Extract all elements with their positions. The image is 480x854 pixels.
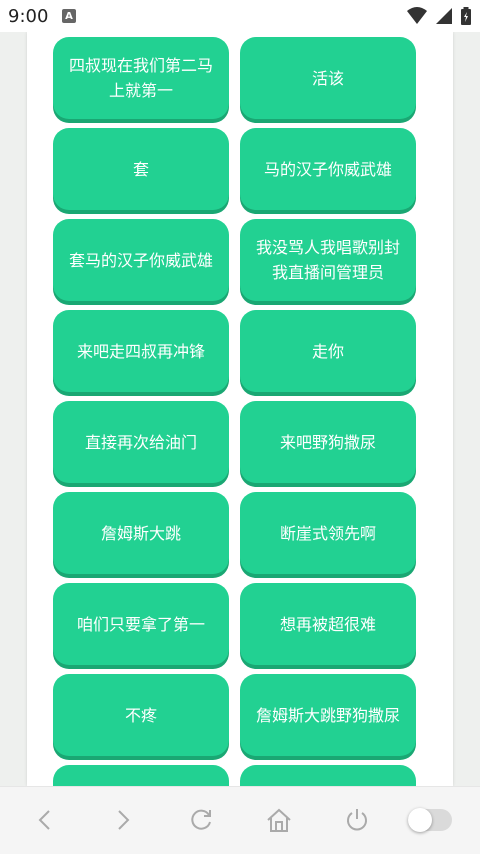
app-notification-icon: A — [62, 9, 76, 23]
sound-button[interactable]: 想再被超很难 — [240, 583, 416, 665]
sound-button[interactable]: 断崖式领先啊 — [240, 492, 416, 574]
back-icon — [38, 810, 50, 830]
home-button[interactable] — [262, 803, 296, 837]
back-button[interactable] — [28, 803, 62, 837]
sound-button[interactable]: 马的汉子你威武雄 — [240, 128, 416, 210]
sound-button[interactable]: 来吧野狗撒尿 — [240, 401, 416, 483]
battery-icon — [461, 7, 471, 25]
sound-button[interactable]: 活该 — [240, 37, 416, 119]
sound-button[interactable]: 不疼 — [53, 674, 229, 756]
sound-button[interactable]: 四叔现在我们第二马上就第一 — [53, 37, 229, 119]
toggle-knob — [408, 808, 432, 832]
signal-icon — [436, 8, 452, 24]
sound-button[interactable] — [240, 765, 416, 786]
refresh-icon — [191, 809, 211, 830]
browser-nav-bar — [0, 786, 480, 854]
status-bar: 9:00 A — [0, 0, 480, 32]
sound-button[interactable]: 来吧走四叔再冲锋 — [53, 310, 229, 392]
home-icon — [267, 808, 291, 832]
sound-button[interactable]: 咱们只要拿了第一 — [53, 583, 229, 665]
forward-icon — [118, 810, 130, 830]
refresh-button[interactable] — [184, 803, 218, 837]
status-icons — [406, 6, 472, 26]
power-icon — [347, 809, 367, 831]
page-area: 四叔现在我们第二马上就第一 活该套马的汉子你威武雄 套马的汉子你威武雄 我没骂人我唱歌… — [0, 32, 480, 786]
mode-toggle[interactable] — [408, 808, 452, 832]
sound-button[interactable]: 套 — [53, 128, 229, 210]
sound-button-grid: 四叔现在我们第二马上就第一 活该套马的汉子你威武雄 套马的汉子你威武雄 我没骂人我唱歌… — [53, 37, 416, 786]
sound-button[interactable] — [53, 765, 229, 786]
sound-button[interactable]: 直接再次给油门 — [53, 401, 229, 483]
wifi-icon — [407, 7, 427, 24]
power-button[interactable] — [340, 803, 374, 837]
sound-button[interactable]: 走你 — [240, 310, 416, 392]
status-time: 9:00 — [8, 6, 49, 27]
forward-button[interactable] — [106, 803, 140, 837]
sound-button[interactable]: 套马的汉子你威武雄 — [53, 219, 229, 301]
sound-button[interactable]: 我没骂人我唱歌别封我直播间管理员 — [240, 219, 416, 301]
sound-button[interactable]: 詹姆斯大跳野狗撒尿 — [240, 674, 416, 756]
content-panel[interactable]: 四叔现在我们第二马上就第一 活该套马的汉子你威武雄 套马的汉子你威武雄 我没骂人我唱歌… — [27, 32, 453, 786]
sound-button[interactable]: 詹姆斯大跳 — [53, 492, 229, 574]
